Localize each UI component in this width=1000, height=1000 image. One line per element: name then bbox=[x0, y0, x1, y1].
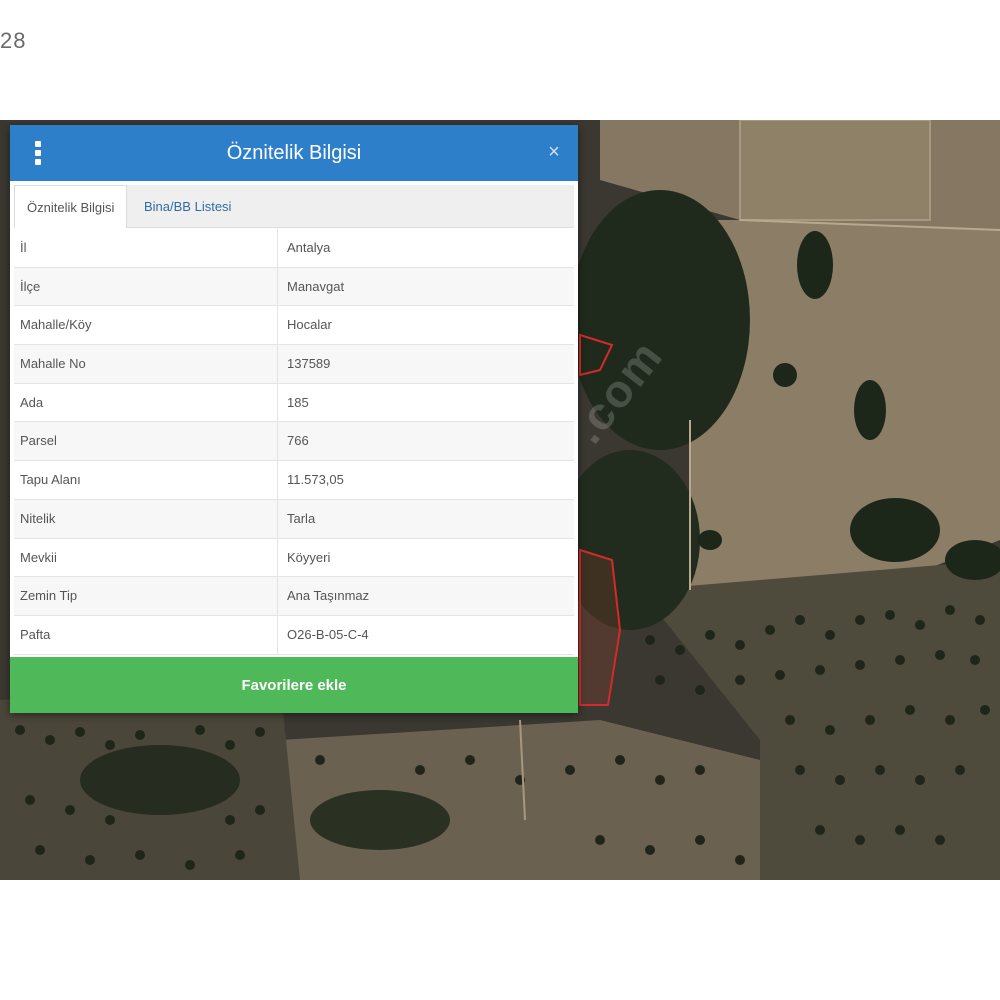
table-row: Mahalle/Köy Hocalar bbox=[14, 306, 574, 346]
row-label: İl bbox=[14, 229, 278, 267]
dialog-title: Öznitelik Bilgisi bbox=[226, 142, 362, 164]
row-value: Antalya bbox=[287, 240, 331, 255]
row-value: 185 bbox=[287, 394, 309, 410]
vertical-dots-icon[interactable] bbox=[30, 139, 46, 167]
table-row: Tapu Alanı 11.573,05 bbox=[14, 461, 574, 500]
row-value: Manavgat bbox=[287, 278, 345, 294]
corner-number: 28 bbox=[0, 28, 27, 53]
table-row: İl Antalya bbox=[14, 229, 574, 268]
row-label: Ada bbox=[14, 383, 278, 422]
attribute-table: İl Antalya İlçe Manavgat Mahalle/Köy Hoc… bbox=[14, 229, 574, 655]
row-label: Mahalle/Köy bbox=[14, 306, 278, 345]
attribute-info-dialog: Öznitelik Bilgisi × Öznitelik Bilgisi Bi… bbox=[10, 125, 578, 713]
table-row: İlçe Manavgat bbox=[14, 267, 574, 307]
row-label: İlçe bbox=[14, 267, 278, 306]
close-icon[interactable]: × bbox=[544, 142, 564, 162]
row-label: Parsel bbox=[14, 422, 278, 461]
table-row: Mahalle No 137589 bbox=[14, 345, 574, 384]
tab-bar: Öznitelik Bilgisi Bina/BB Listesi bbox=[14, 185, 574, 228]
dialog-header: Öznitelik Bilgisi × bbox=[10, 125, 578, 181]
row-value: Hocalar bbox=[287, 317, 332, 333]
row-value: Ana Taşınmaz bbox=[287, 588, 370, 604]
table-row: Pafta O26-B-05-C-4 bbox=[14, 615, 574, 655]
row-label: Nitelik bbox=[14, 499, 278, 538]
table-row: Nitelik Tarla bbox=[14, 499, 574, 539]
row-label: Pafta bbox=[14, 615, 278, 654]
tab-attribute-info[interactable]: Öznitelik Bilgisi bbox=[14, 185, 128, 228]
row-label: Mevkii bbox=[14, 538, 278, 577]
tab-building-list[interactable]: Bina/BB Listesi bbox=[132, 185, 243, 227]
table-row: Zemin Tip Ana Taşınmaz bbox=[14, 577, 574, 616]
row-value: 11.573,05 bbox=[287, 472, 344, 488]
table-row: Mevkii Köyyeri bbox=[14, 538, 574, 578]
row-label: Zemin Tip bbox=[14, 577, 278, 615]
table-row: Ada 185 bbox=[14, 383, 574, 423]
row-value: 137589 bbox=[287, 356, 331, 372]
table-row: Parsel 766 bbox=[14, 422, 574, 462]
row-value: Köyyeri bbox=[287, 549, 331, 565]
row-label: Mahalle No bbox=[14, 345, 278, 383]
row-value: Tarla bbox=[287, 510, 316, 526]
row-value: 766 bbox=[287, 433, 309, 449]
add-to-favorites-button[interactable]: Favorilere ekle bbox=[10, 657, 578, 713]
row-label: Tapu Alanı bbox=[14, 461, 278, 499]
row-value: O26-B-05-C-4 bbox=[287, 626, 369, 642]
